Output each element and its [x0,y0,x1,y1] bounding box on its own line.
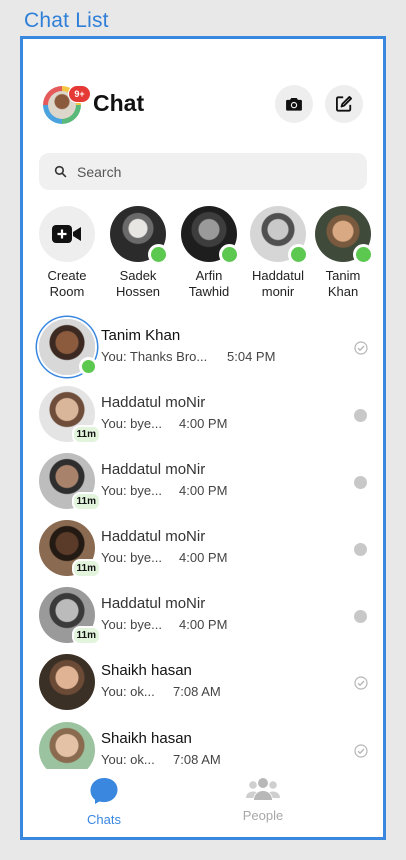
avatar [39,319,98,376]
tab-label: Chats [87,812,121,827]
tab-chats[interactable]: Chats [64,777,144,827]
chat-row[interactable]: Shaikh hasan You: ok... 7:08 AM [23,654,383,714]
chat-bubble-icon [90,778,118,804]
chat-row[interactable]: 11m Haddatul moNir You: bye... 4:00 PM [23,520,383,580]
message-preview: You: ok... [101,684,155,699]
compose-button[interactable] [325,85,363,123]
frame-title: Chat List [24,9,109,32]
seen-check-icon [354,341,368,355]
contact-name: Haddatul moNir [101,461,206,478]
video-call-icon [52,225,81,243]
contact-name: Shaikh hasan [101,730,192,747]
create-room-item[interactable]: Create Room [35,206,99,300]
message-preview: You: bye... [101,483,162,498]
sent-status-icon [354,409,367,422]
tab-label: People [242,808,284,823]
message-time: 4:00 PM [179,550,228,565]
sent-status-icon [354,543,367,556]
contact-name: Haddatul moNir [101,528,206,545]
message-time: 4:00 PM [179,416,228,431]
active-users-row: Create Room Sadek Hossen Arfin Tawhid Ha… [23,206,383,306]
header: 9+ Chat [23,83,383,127]
avatar [250,206,309,265]
contact-name: Haddatul moNir [101,595,206,612]
story-item[interactable]: Arfin Tawhid [177,206,241,300]
message-time: 5:04 PM [227,349,276,364]
story-label: Sadek Hossen [115,268,161,299]
contact-name: Tanim Khan [101,327,181,344]
story-label: Haddatul monir [251,268,305,299]
chat-row[interactable]: 11m Haddatul moNir You: bye... 4:00 PM [23,386,383,446]
seen-check-icon [354,744,368,758]
avatar [315,206,374,265]
seen-check-icon [354,676,368,690]
story-item[interactable]: Sadek Hossen [106,206,170,300]
search-icon [54,165,67,178]
camera-button[interactable] [275,85,313,123]
message-preview: You: Thanks Bro... [101,349,208,364]
message-preview: You: bye... [101,550,162,565]
story-item[interactable]: Tanim Khan [311,206,375,300]
story-item[interactable]: Haddatul monir [246,206,310,300]
sent-status-icon [354,610,367,623]
avatar: 11m [39,520,101,578]
message-time: 7:08 AM [173,684,221,699]
message-time: 7:08 AM [173,752,221,767]
story-label: Arfin Tawhid [188,268,230,299]
create-room-button[interactable] [39,206,95,262]
message-preview: You: ok... [101,752,155,767]
avatar [39,654,95,710]
avatar: 11m [39,386,101,444]
chat-row[interactable]: 11m Haddatul moNir You: bye... 4:00 PM [23,587,383,647]
notification-badge: 9+ [68,85,91,103]
avatar [110,206,169,265]
avatar: 11m [39,453,101,511]
search-input[interactable] [75,162,339,181]
active-time-badge: 11m [71,626,101,645]
message-time: 4:00 PM [179,483,228,498]
active-time-badge: 11m [71,492,101,511]
contact-name: Shaikh hasan [101,662,192,679]
message-preview: You: bye... [101,416,162,431]
chat-row[interactable]: 11m Haddatul moNir You: bye... 4:00 PM [23,453,383,513]
edit-icon [336,96,352,112]
sent-status-icon [354,476,367,489]
message-preview: You: bye... [101,617,162,632]
active-time-badge: 11m [71,559,101,578]
online-indicator [288,244,309,265]
search-bar[interactable] [39,153,367,190]
story-label: Create Room [47,268,87,299]
people-icon [246,778,280,800]
story-label: Tanim Khan [325,268,361,299]
online-indicator [219,244,240,265]
phone-screen: 9+ Chat Search Create Room Sadek Hossen … [20,36,386,840]
camera-icon [286,98,302,111]
tab-people[interactable]: People [223,777,303,823]
contact-name: Haddatul moNir [101,394,206,411]
page-title: Chat [93,90,145,116]
online-indicator [353,244,374,265]
avatar [181,206,240,265]
active-time-badge: 11m [71,425,101,444]
bottom-tab-bar: Chats People [23,769,383,837]
avatar: 11m [39,587,101,645]
chat-row[interactable]: Tanim Khan You: Thanks Bro... 5:04 PM [23,319,383,379]
online-indicator [148,244,169,265]
online-indicator [79,357,98,376]
message-time: 4:00 PM [179,617,228,632]
